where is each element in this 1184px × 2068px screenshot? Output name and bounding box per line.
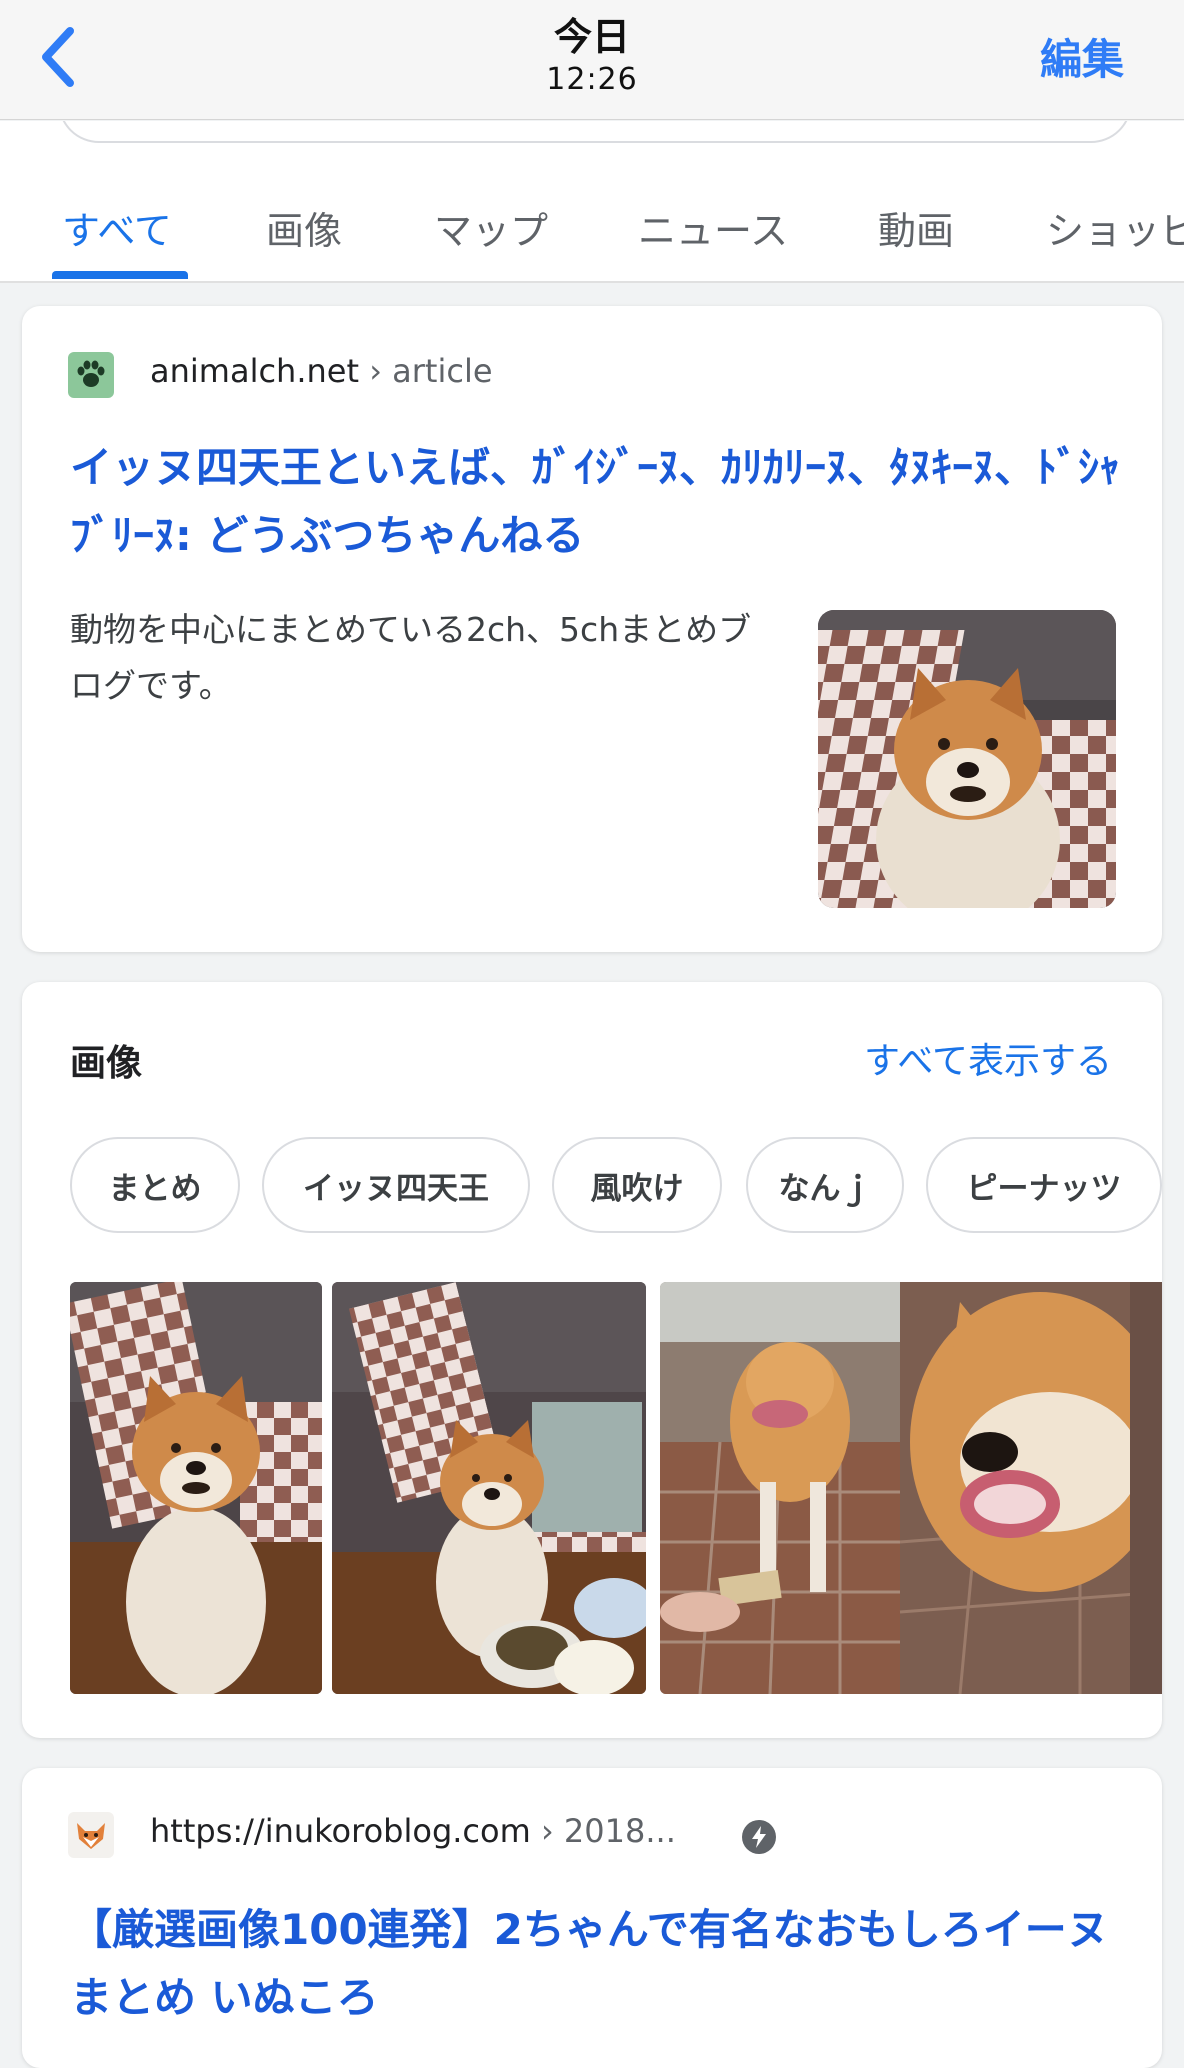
result-title-link[interactable]: 【厳選画像100連発】2ちゃんで有名なおもしろイーヌまとめ いぬころ xyxy=(70,1896,1130,2032)
result-domain: animalch.net xyxy=(150,352,360,390)
tab-maps[interactable]: マップ xyxy=(434,181,548,281)
search-box[interactable] xyxy=(58,121,1132,143)
image-result[interactable] xyxy=(70,1282,322,1694)
result-path: › 2018... xyxy=(530,1812,676,1850)
result-source[interactable]: https://inukoroblog.com › 2018... xyxy=(150,1812,676,1850)
result-path: › article xyxy=(359,352,493,390)
filter-chip[interactable]: ピーナッツ xyxy=(926,1137,1162,1233)
tab-news[interactable]: ニュース xyxy=(638,181,788,281)
images-section-title: 画像 xyxy=(70,1043,143,1084)
search-result-card[interactable]: https://inukoroblog.com › 2018... 【厳選画像1… xyxy=(22,1768,1162,2068)
tab-videos[interactable]: 動画 xyxy=(878,181,954,281)
search-result-card[interactable]: animalch.net › article イッヌ四天王といえば、ｶﾞｲｼﾞｰ… xyxy=(22,306,1162,952)
filter-chip[interactable]: イッヌ四天王 xyxy=(262,1137,530,1233)
active-tab-indicator xyxy=(52,271,188,279)
image-result[interactable] xyxy=(332,1282,646,1694)
filter-chip[interactable]: なんｊ xyxy=(746,1137,904,1233)
filter-chip[interactable]: 風吹け xyxy=(552,1137,722,1233)
result-thumbnail[interactable] xyxy=(818,610,1116,908)
see-all-images-link[interactable]: すべて表示する xyxy=(864,1032,1112,1084)
fox-icon xyxy=(68,1812,114,1858)
images-section-card: 画像 すべて表示する まとめ イッヌ四天王 風吹け なんｊ ピーナッツ xyxy=(22,982,1162,1738)
filter-chip[interactable]: まとめ xyxy=(70,1137,240,1233)
result-domain: https://inukoroblog.com xyxy=(150,1812,531,1850)
nav-title: 今日 xyxy=(553,15,630,59)
tab-shopping[interactable]: ショッピ xyxy=(1046,181,1184,281)
navigation-bar: 今日 12:26 編集 xyxy=(0,0,1184,120)
search-tabs: すべて 画像 マップ ニュース 動画 ショッピ xyxy=(0,181,1184,281)
result-title-link[interactable]: イッヌ四天王といえば、ｶﾞｲｼﾞｰﾇ、ｶﾘｶﾘｰﾇ、ﾀﾇｷｰﾇ、ﾄﾞｼｬﾌﾞﾘｰ… xyxy=(70,434,1130,570)
result-snippet: 動物を中心にまとめている2ch、5chまとめブログです。 xyxy=(70,610,752,705)
amp-lightning-icon xyxy=(742,1820,776,1854)
edit-button[interactable]: 編集 xyxy=(1040,26,1124,87)
tab-all[interactable]: すべて xyxy=(62,181,172,281)
tab-images[interactable]: 画像 xyxy=(266,181,342,281)
search-header: すべて 画像 マップ ニュース 動画 ショッピ xyxy=(0,121,1184,283)
result-source[interactable]: animalch.net › article xyxy=(150,352,493,390)
image-result[interactable] xyxy=(660,1282,1162,1694)
nav-time: 12:26 xyxy=(546,62,638,97)
paw-icon xyxy=(68,352,114,398)
